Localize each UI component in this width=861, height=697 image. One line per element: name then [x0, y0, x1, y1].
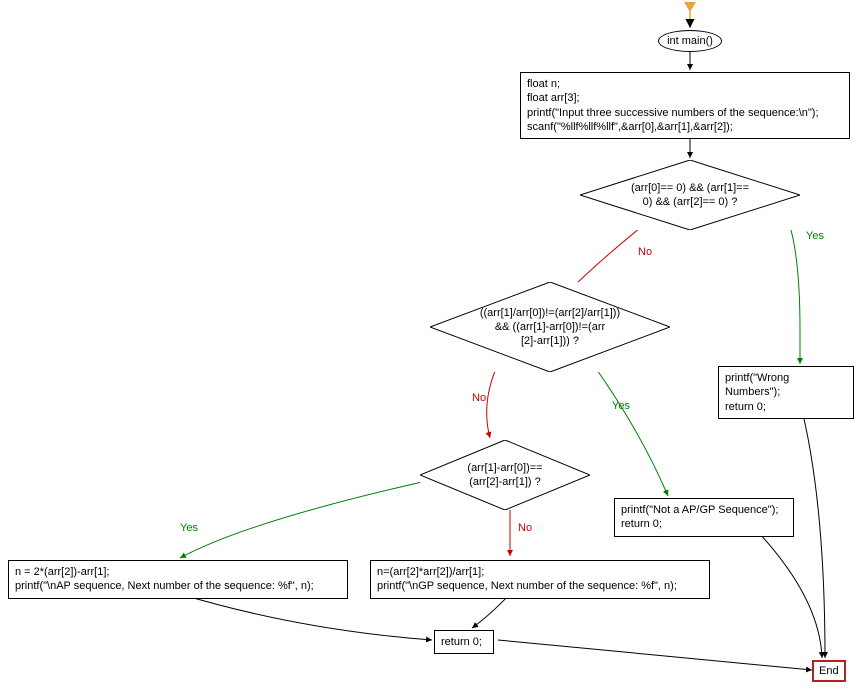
d1-line-1: (arr[0]== 0) && (arr[1]==	[631, 181, 749, 195]
ap-node: n = 2*(arr[2])-arr[1]; printf("\nAP sequ…	[8, 560, 348, 599]
ap-line-2: printf("\nAP sequence, Next number of th…	[15, 579, 341, 593]
return-label: return 0;	[441, 636, 482, 648]
d2-line-1: ((arr[1]/arr[0])!=(arr[2]/arr[1]))	[480, 306, 620, 320]
notap-node: printf("Not a AP/GP Sequence"); return 0…	[614, 498, 794, 537]
d3-line-2: (arr[2]-arr[1]) ?	[467, 475, 542, 489]
edge-d2-no: No	[472, 392, 486, 404]
notap-line-2: return 0;	[621, 517, 787, 531]
init-line-2: float arr[3];	[527, 91, 843, 105]
init-node: float n; float arr[3]; printf("Input thr…	[520, 72, 850, 139]
decision-all-zero: (arr[0]== 0) && (arr[1]== 0) && (arr[2]=…	[580, 160, 800, 230]
d2-line-3: [2]-arr[1])) ?	[480, 334, 620, 348]
gp-line-2: printf("\nGP sequence, Next number of th…	[377, 579, 703, 593]
decision-not-ap-gp: ((arr[1]/arr[0])!=(arr[2]/arr[1])) && ((…	[430, 282, 670, 372]
start-marker	[684, 2, 696, 12]
edge-d3-no: No	[518, 522, 532, 534]
edge-d1-no: No	[638, 246, 652, 258]
wrong-node: printf("Wrong Numbers"); return 0;	[718, 366, 854, 419]
init-line-4: scanf("%llf%llf%llf",&arr[0],&arr[1],&ar…	[527, 120, 843, 134]
init-line-3: printf("Input three successive numbers o…	[527, 106, 843, 120]
decision-ap: (arr[1]-arr[0])== (arr[2]-arr[1]) ?	[420, 440, 590, 510]
notap-line-1: printf("Not a AP/GP Sequence");	[621, 503, 787, 517]
init-line-1: float n;	[527, 77, 843, 91]
edge-d1-yes: Yes	[806, 230, 824, 242]
edge-d2-yes: Yes	[612, 400, 630, 412]
wrong-line-2: return 0;	[725, 400, 847, 414]
end-node: End	[812, 660, 846, 682]
edge-d3-yes: Yes	[180, 522, 198, 534]
wrong-line-1: printf("Wrong Numbers");	[725, 371, 847, 400]
end-label: End	[819, 665, 839, 677]
main-node: int main()	[658, 30, 722, 52]
ap-line-1: n = 2*(arr[2])-arr[1];	[15, 565, 341, 579]
gp-node: n=(arr[2]*arr[2])/arr[1]; printf("\nGP s…	[370, 560, 710, 599]
d2-line-2: && ((arr[1]-arr[0])!=(arr	[480, 320, 620, 334]
d3-line-1: (arr[1]-arr[0])==	[467, 461, 542, 475]
return-node: return 0;	[434, 630, 494, 654]
d1-line-2: 0) && (arr[2]== 0) ?	[631, 195, 749, 209]
gp-line-1: n=(arr[2]*arr[2])/arr[1];	[377, 565, 703, 579]
main-label: int main()	[667, 35, 713, 47]
